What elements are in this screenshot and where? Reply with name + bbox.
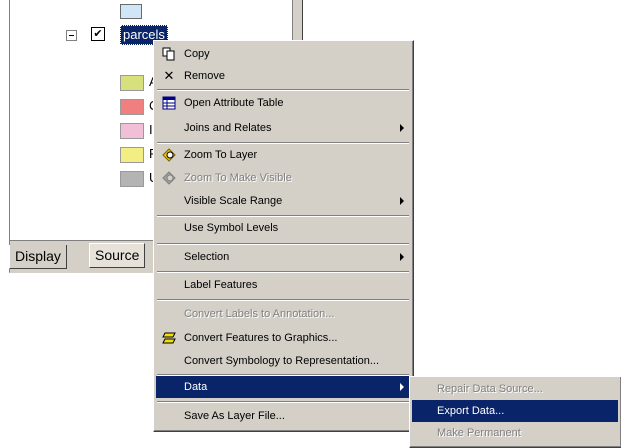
table-icon [162,96,176,110]
menu-item-label-features[interactable]: Label Features [156,274,410,296]
menu-item-label: Export Data... [437,405,505,417]
submenu-arrow-icon [400,124,404,132]
menu-item-label: Use Symbol Levels [184,222,279,234]
menu-separator [157,401,409,403]
menu-item-convert-features-to-graphics[interactable]: Convert Features to Graphics... [156,327,410,349]
submenu-arrow-icon [400,383,404,391]
legend-swatch-top [120,4,142,19]
copy-icon [162,47,176,61]
menu-item-label: Make Permanent [437,427,521,439]
menu-item-zoom-to-make-visible[interactable]: Zoom To Make Visible [156,167,410,189]
menu-separator [157,89,409,91]
layer-context-menu: Copy ✕ Remove Open Attribute Table Joins… [153,40,414,432]
legend-swatch [120,99,144,115]
menu-item-convert-symbology-to-representation[interactable]: Convert Symbology to Representation... [156,350,410,372]
menu-item-label: Joins and Relates [184,122,272,134]
menu-item-label: Visible Scale Range [184,195,283,207]
legend-swatch [120,75,144,91]
menu-item-data[interactable]: Data [156,376,410,398]
remove-icon: ✕ [163,68,175,83]
menu-item-label: Data [184,381,208,393]
menu-item-label: Zoom To Layer [184,149,258,161]
menu-separator [157,243,409,245]
menu-item-label: Open Attribute Table [184,97,284,109]
menu-item-label: Convert Symbology to Representation... [184,355,380,367]
legend-swatch [120,147,144,163]
menu-item-export-data[interactable]: Export Data... [412,400,618,422]
menu-item-label: Convert Features to Graphics... [184,332,338,344]
data-submenu: Repair Data Source... Export Data... Mak… [409,376,621,448]
tab-display[interactable]: Display [9,245,67,269]
legend-swatch [120,171,144,187]
menu-item-label: Repair Data Source... [437,383,543,395]
menu-item-label: Selection [184,251,230,263]
menu-item-label: Zoom To Make Visible [184,172,292,184]
menu-item-label: Save As Layer File... [184,410,285,422]
menu-item-label: Convert Labels to Annotation... [184,308,335,320]
menu-item-visible-scale-range[interactable]: Visible Scale Range [156,190,410,212]
menu-item-repair-data-source[interactable]: Repair Data Source... [412,378,618,400]
menu-item-zoom-to-layer[interactable]: Zoom To Layer [156,144,410,166]
menu-separator [157,299,409,301]
menu-item-convert-labels-to-annotation[interactable]: Convert Labels to Annotation... [156,303,410,325]
menu-item-save-as-layer-file[interactable]: Save As Layer File... [156,405,410,427]
menu-separator [157,271,409,273]
legend-swatch [120,123,144,139]
menu-item-label: Label Features [184,279,258,291]
submenu-arrow-icon [400,253,404,261]
menu-item-use-symbol-levels[interactable]: Use Symbol Levels [156,217,410,239]
collapse-icon[interactable] [66,30,77,41]
menu-item-open-attribute-table[interactable]: Open Attribute Table [156,92,410,114]
submenu-arrow-icon [400,197,404,205]
menu-item-label: Copy [184,48,210,60]
menu-item-copy[interactable]: Copy [156,43,410,65]
menu-item-selection[interactable]: Selection [156,246,410,268]
zoom-to-layer-icon [162,148,176,162]
zoom-visible-icon [162,171,176,185]
menu-item-joins-and-relates[interactable]: Joins and Relates [156,117,410,139]
menu-item-remove[interactable]: ✕ Remove [156,65,410,87]
layer-visibility-checkbox[interactable]: ✔ [91,27,105,41]
menu-item-make-permanent[interactable]: Make Permanent [412,422,618,444]
menu-item-label: Remove [184,70,225,82]
checkmark-icon: ✔ [93,28,103,40]
tab-source[interactable]: Source [89,243,146,268]
convert-graphics-icon [162,331,176,345]
